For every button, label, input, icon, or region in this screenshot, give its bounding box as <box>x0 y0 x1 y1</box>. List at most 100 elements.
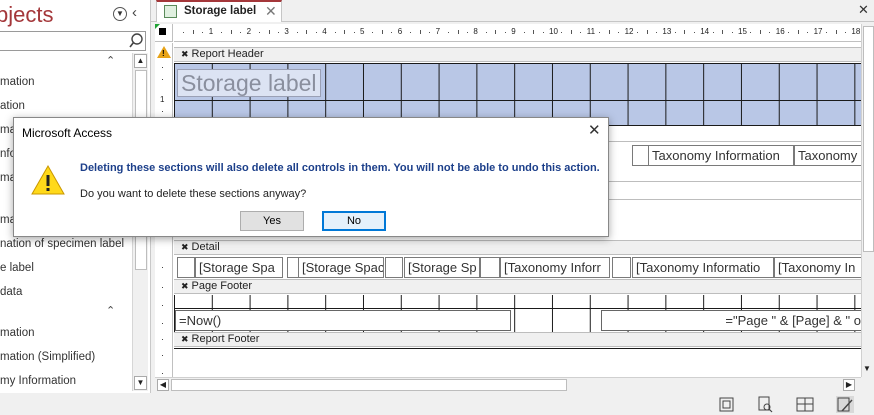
field-control[interactable] <box>612 257 631 278</box>
layout-view-icon[interactable] <box>796 396 814 413</box>
horizontal-scrollbar[interactable]: ◀ ▶ <box>155 377 861 392</box>
section-bar-report-footer[interactable]: ✖ Report Footer <box>174 332 861 347</box>
ruler-dot <box>731 32 733 33</box>
scroll-up-icon[interactable]: ▲ <box>134 54 147 68</box>
nav-pane-title: bjects <box>0 2 54 27</box>
ruler-dot <box>259 32 261 33</box>
field-control[interactable]: [Storage Sp <box>404 257 480 278</box>
ruler-dot <box>429 32 431 33</box>
field-control[interactable]: [Taxonomy Inforr <box>500 257 610 278</box>
ruler-dot <box>655 32 657 33</box>
field-control[interactable]: [Storage Spa <box>195 257 283 278</box>
section-bar-detail[interactable]: ✖ Detail <box>174 240 861 255</box>
ruler-number: 5 <box>360 27 365 36</box>
select-report-icon[interactable] <box>159 28 166 35</box>
ruler-number: 15 <box>738 27 747 36</box>
page-footer-section[interactable]: =Now() ="Page " & [Page] & " o <box>174 295 861 334</box>
ruler-tick <box>608 30 610 34</box>
scroll-down-icon[interactable]: ▼ <box>863 364 871 373</box>
report-footer-section[interactable] <box>174 348 861 377</box>
warning-mark: ! <box>162 49 165 58</box>
ruler-dot <box>618 32 620 33</box>
field-control[interactable]: [Taxonomy Informatio <box>632 257 774 278</box>
nav-list-item[interactable]: mation (Simplified) <box>0 351 95 363</box>
tab-storage-label[interactable]: Storage label ✕ <box>156 0 282 22</box>
section-title: Page Footer <box>191 280 253 292</box>
nav-list-item[interactable]: nation of specimen label <box>0 238 124 250</box>
collapse-pane-icon[interactable]: ‹ <box>132 4 137 21</box>
field-control[interactable]: Taxonomy Information <box>648 145 794 166</box>
section-bar-page-footer[interactable]: ✖ Page Footer <box>174 279 861 294</box>
ruler-dot <box>202 32 204 33</box>
nav-list-item[interactable]: my Information <box>0 375 76 387</box>
ruler-tick <box>570 30 572 34</box>
scroll-down-icon[interactable]: ▼ <box>134 376 147 390</box>
ruler-number: 13 <box>662 27 672 36</box>
footer-page-control[interactable]: ="Page " & [Page] & " o <box>601 310 861 331</box>
vertical-scrollbar[interactable]: ▼ <box>861 24 874 377</box>
ruler-tick <box>722 30 724 34</box>
detail-section[interactable]: [Storage Spa [Storage Spac [Storage Sp [… <box>174 256 861 279</box>
print-preview-icon[interactable] <box>756 396 774 413</box>
nav-list-item[interactable]: ation <box>0 100 25 112</box>
close-icon[interactable]: ✕ <box>265 3 277 20</box>
ruler-tick <box>344 30 346 34</box>
ruler-dot <box>674 32 676 33</box>
design-view-icon[interactable] <box>836 396 854 413</box>
horizontal-ruler: 1 2 3 4 5 6 7 8 9 10 11 12 13 14 15 16 17 18 <box>174 24 861 42</box>
ruler-dot <box>750 32 752 33</box>
ruler-dot <box>277 32 279 33</box>
no-button[interactable]: No <box>322 211 386 231</box>
ruler-number: 8 <box>473 27 478 36</box>
nav-list-item[interactable]: data <box>0 286 22 298</box>
field-control[interactable]: [Taxonomy In <box>774 257 861 278</box>
section-arrow-icon: ✖ <box>181 49 189 59</box>
warning-icon <box>31 164 65 195</box>
field-control[interactable] <box>385 257 403 278</box>
field-control[interactable] <box>480 257 500 278</box>
report-icon <box>164 5 177 18</box>
nav-list-item[interactable]: mation <box>0 327 35 339</box>
search-icon[interactable] <box>128 31 146 51</box>
ruler-tick <box>797 30 799 34</box>
ruler-dot <box>807 32 809 33</box>
close-icon[interactable]: ✕ <box>588 121 601 139</box>
ruler-dot <box>296 32 298 33</box>
ruler-dot <box>599 32 601 33</box>
section-title: Report Footer <box>191 333 260 345</box>
chevron-up-icon[interactable]: ⌃ <box>106 54 115 67</box>
report-selector[interactable] <box>155 24 173 42</box>
scroll-right-icon[interactable]: ▶ <box>843 379 855 391</box>
field-control[interactable]: Taxonomy Inf <box>794 145 861 166</box>
report-header-section[interactable]: Storage label <box>174 63 861 125</box>
nav-list-item[interactable]: e label <box>0 262 34 274</box>
ruler-dot <box>448 32 450 33</box>
ruler-tick <box>759 30 761 34</box>
yes-button[interactable]: Yes <box>240 211 304 231</box>
chevron-down-icon[interactable]: ▼ <box>113 7 127 21</box>
close-icon[interactable]: ✕ <box>858 2 869 18</box>
scroll-thumb[interactable] <box>863 26 874 252</box>
ruler-dot <box>788 32 790 33</box>
report-view-icon[interactable] <box>718 396 736 413</box>
ruler-number: 3 <box>284 27 289 36</box>
section-bar-report-header[interactable]: ✖ Report Header <box>174 47 861 62</box>
document-tab-strip: Storage label ✕ ✕ <box>151 0 874 22</box>
ruler-tick <box>192 30 194 34</box>
field-control[interactable] <box>177 257 195 278</box>
ruler-dot <box>353 32 355 33</box>
ruler-dot <box>183 32 185 33</box>
footer-date-control[interactable]: =Now() <box>175 310 511 331</box>
report-title-label[interactable]: Storage label <box>177 69 321 97</box>
scroll-left-icon[interactable]: ◀ <box>157 379 169 391</box>
nav-search-input[interactable] <box>0 31 146 51</box>
ruler-number: 7 <box>435 27 441 36</box>
ruler-dot <box>485 32 487 33</box>
field-control[interactable]: [Storage Spac <box>298 257 384 278</box>
dialog-question: Do you want to delete these sections any… <box>80 188 307 200</box>
chevron-up-icon[interactable]: ⌃ <box>106 304 115 317</box>
nav-list-item[interactable]: mation <box>0 76 35 88</box>
ruler-tick <box>835 30 837 34</box>
section-title: Report Header <box>191 48 264 60</box>
scroll-thumb[interactable] <box>171 379 567 391</box>
